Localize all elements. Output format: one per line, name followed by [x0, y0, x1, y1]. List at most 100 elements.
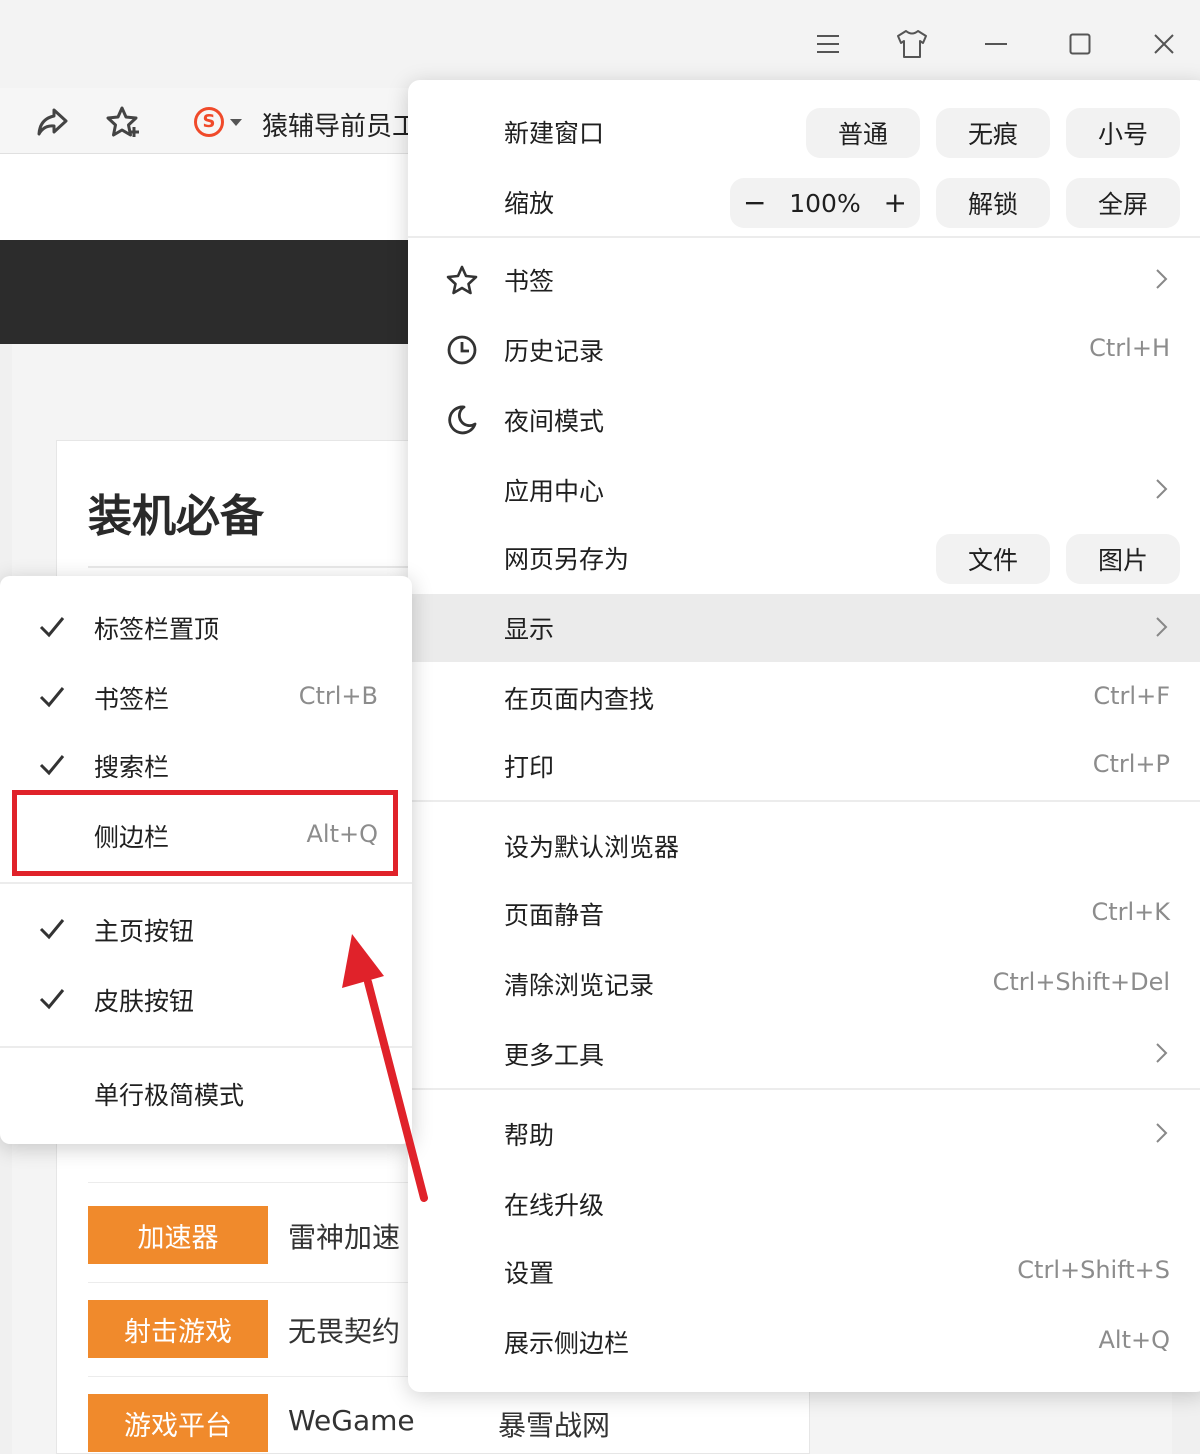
menu-item-new-window: 新建窗口 普通 无痕 小号: [408, 98, 1200, 164]
menu-item-label: 新建窗口: [504, 119, 605, 148]
menu-item-label: 在页面内查找: [504, 685, 655, 714]
window-titlebar: [0, 0, 1200, 88]
page-header: [0, 154, 420, 240]
new-window-alt-account-button[interactable]: 小号: [1066, 108, 1180, 158]
share-icon[interactable]: [32, 102, 72, 142]
menu-item-shortcut: Ctrl+P: [1092, 750, 1170, 778]
submenu-item-search-bar[interactable]: 搜索栏: [0, 732, 412, 798]
search-engine-selector[interactable]: S: [194, 106, 254, 138]
submenu-item-tabbar-top[interactable]: 标签栏置顶: [0, 594, 412, 660]
category-tag[interactable]: 游戏平台: [88, 1394, 268, 1452]
menu-item-label: 更多工具: [504, 1041, 605, 1070]
menu-item-history[interactable]: 历史记录 Ctrl+H: [408, 316, 1200, 382]
zoom-out-button[interactable]: −: [740, 189, 770, 217]
divider: [88, 566, 428, 568]
menu-item-label: 设为默认浏览器: [504, 833, 680, 862]
menu-item-label: 网页另存为: [504, 545, 630, 574]
save-as-file-button[interactable]: 文件: [936, 534, 1050, 584]
menu-item-find-in-page[interactable]: 在页面内查找 Ctrl+F: [408, 664, 1200, 730]
maximize-icon[interactable]: [1058, 22, 1102, 66]
close-icon[interactable]: [1142, 22, 1186, 66]
browser-toolbar: S 猿辅导前员工: [0, 88, 420, 154]
menu-divider: [408, 1088, 1200, 1090]
menu-item-show-sidebar[interactable]: 展示侧边栏 Alt+Q: [408, 1308, 1200, 1374]
menu-item-label: 书签: [504, 267, 555, 296]
page-banner: [0, 240, 420, 344]
menu-item-settings[interactable]: 设置 Ctrl+Shift+S: [408, 1238, 1200, 1304]
submenu-item-label: 单行极简模式: [94, 1081, 245, 1110]
category-tag[interactable]: 射击游戏: [88, 1300, 268, 1358]
menu-item-night-mode[interactable]: 夜间模式: [408, 386, 1200, 452]
menu-item-clear-history[interactable]: 清除浏览记录 Ctrl+Shift+Del: [408, 950, 1200, 1016]
category-row: 游戏平台 WeGame 暴雪战网: [88, 1394, 788, 1452]
menu-item-help[interactable]: 帮助: [408, 1100, 1200, 1166]
software-link[interactable]: 雷神加速: [288, 1216, 400, 1256]
menu-icon[interactable]: [806, 22, 850, 66]
menu-item-label: 在线升级: [504, 1191, 605, 1220]
search-input[interactable]: 猿辅导前员工: [262, 106, 412, 143]
menu-divider: [408, 236, 1200, 238]
submenu-item-label: 皮肤按钮: [94, 987, 195, 1016]
menu-item-shortcut: Alt+Q: [1098, 1326, 1171, 1354]
zoom-level: 100%: [789, 188, 861, 218]
chevron-right-icon: [1156, 269, 1168, 289]
menu-item-shortcut: Ctrl+Shift+Del: [992, 968, 1170, 996]
menu-item-label: 历史记录: [504, 337, 605, 366]
submenu-item-label: 书签栏: [94, 685, 170, 714]
menu-item-label: 夜间模式: [504, 407, 605, 436]
zoom-unlock-button[interactable]: 解锁: [936, 178, 1050, 228]
menu-item-shortcut: Ctrl+K: [1091, 898, 1170, 926]
menu-item-label: 清除浏览记录: [504, 971, 655, 1000]
skin-icon[interactable]: [890, 22, 934, 66]
category-tag[interactable]: 加速器: [88, 1206, 268, 1264]
menu-item-shortcut: Ctrl+Shift+S: [1017, 1256, 1170, 1284]
menu-item-more-tools[interactable]: 更多工具: [408, 1020, 1200, 1086]
annotation-highlight-box: [12, 790, 398, 876]
submenu-item-label: 标签栏置顶: [94, 615, 220, 644]
star-icon: [444, 262, 480, 298]
menu-item-label: 展示侧边栏: [504, 1329, 630, 1358]
main-menu: 新建窗口 普通 无痕 小号 缩放 − 100% + 解锁 全屏 书签 历史记录 …: [408, 80, 1200, 1392]
menu-item-save-page: 网页另存为 文件 图片: [408, 524, 1200, 590]
annotation-arrow-icon: [342, 934, 428, 1202]
submenu-item-shortcut: Ctrl+B: [298, 682, 378, 710]
save-as-image-button[interactable]: 图片: [1066, 534, 1180, 584]
checkmark-icon: [39, 989, 65, 1010]
chevron-right-icon: [1156, 479, 1168, 499]
minimize-icon[interactable]: [974, 22, 1018, 66]
checkmark-icon: [39, 617, 65, 638]
software-link[interactable]: 无畏契约: [288, 1310, 400, 1350]
submenu-divider: [0, 882, 412, 884]
new-window-incognito-button[interactable]: 无痕: [936, 108, 1050, 158]
menu-item-shortcut: Ctrl+F: [1093, 682, 1170, 710]
menu-item-display[interactable]: 显示: [408, 594, 1200, 662]
menu-item-mute-page[interactable]: 页面静音 Ctrl+K: [408, 880, 1200, 946]
menu-item-label: 设置: [504, 1259, 555, 1288]
menu-item-online-upgrade[interactable]: 在线升级: [408, 1170, 1200, 1236]
chevron-right-icon: [1156, 1123, 1168, 1143]
software-link[interactable]: WeGame: [288, 1404, 415, 1437]
zoom-in-button[interactable]: +: [880, 189, 910, 217]
submenu-item-label: 主页按钮: [94, 917, 195, 946]
checkmark-icon: [39, 687, 65, 708]
fullscreen-button[interactable]: 全屏: [1066, 178, 1180, 228]
submenu-item-bookmark-bar[interactable]: 书签栏 Ctrl+B: [0, 664, 412, 730]
menu-item-bookmarks[interactable]: 书签: [408, 246, 1200, 312]
software-link[interactable]: 暴雪战网: [498, 1404, 610, 1444]
menu-item-app-center[interactable]: 应用中心: [408, 456, 1200, 522]
chevron-right-icon: [1156, 617, 1168, 637]
new-window-normal-button[interactable]: 普通: [806, 108, 920, 158]
checkmark-icon: [39, 755, 65, 776]
menu-item-label: 应用中心: [504, 477, 605, 506]
chevron-right-icon: [1156, 1043, 1168, 1063]
menu-item-label: 帮助: [504, 1121, 555, 1150]
moon-icon: [444, 402, 480, 438]
submenu-item-label: 搜索栏: [94, 753, 170, 782]
menu-item-zoom: 缩放 − 100% + 解锁 全屏: [408, 168, 1200, 234]
favorite-star-icon[interactable]: [104, 102, 144, 142]
menu-item-set-default-browser[interactable]: 设为默认浏览器: [408, 812, 1200, 878]
menu-divider: [408, 800, 1200, 802]
menu-item-label: 打印: [504, 753, 555, 782]
menu-item-print[interactable]: 打印 Ctrl+P: [408, 732, 1200, 798]
clock-icon: [444, 332, 480, 368]
